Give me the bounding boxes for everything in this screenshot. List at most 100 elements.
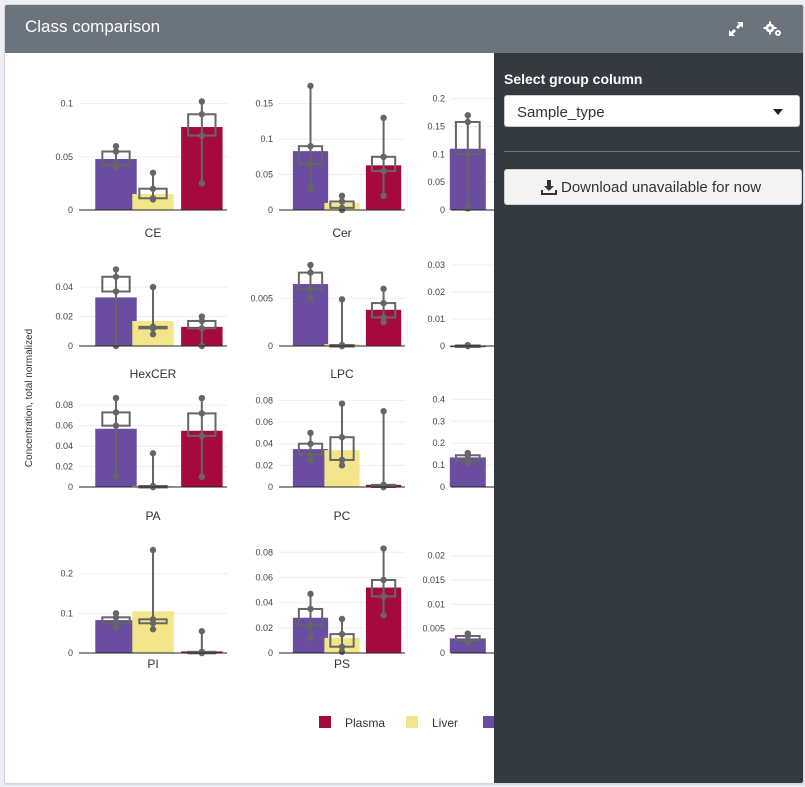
- data-point: [112, 266, 120, 273]
- data-point: [149, 546, 157, 554]
- data-point: [307, 451, 314, 458]
- data-point: [198, 317, 206, 325]
- y-tick-label: 0.08: [55, 400, 73, 410]
- y-tick-label: 0.2: [432, 94, 445, 104]
- data-point: [307, 185, 314, 192]
- data-point: [307, 269, 314, 276]
- legend-swatch-liver: [406, 716, 418, 728]
- y-tick-label: 0.02: [55, 462, 73, 472]
- data-point: [464, 151, 471, 158]
- data-point: [464, 112, 471, 119]
- data-point: [338, 434, 346, 441]
- y-tick-label: 0.02: [427, 287, 445, 297]
- data-point: [464, 452, 471, 459]
- y-axis-label: Concentration, total normalized: [24, 329, 35, 467]
- panel-cer: 0 0.05 0.1 0.15 Cer: [255, 82, 405, 240]
- gears-icon[interactable]: [763, 20, 781, 38]
- panel-pc: 0 0.02 0.04 0.06 0.08 PC: [255, 395, 405, 523]
- y-tick-label: 0.1: [60, 608, 73, 618]
- data-point: [307, 440, 314, 447]
- panel-ps: 0 0.02 0.04 0.06 0.08 PS: [255, 545, 405, 671]
- data-point: [149, 450, 157, 457]
- data-point: [307, 261, 314, 269]
- panel-pi: 0 0.1 0.2 PI: [60, 546, 227, 671]
- y-tick-label: 0.005: [250, 293, 273, 303]
- y-tick-label: 0.06: [255, 417, 273, 427]
- y-tick-label: 0.01: [427, 314, 445, 324]
- y-tick-label: 0.04: [255, 439, 273, 449]
- panel-title: PS: [334, 657, 350, 671]
- data-point: [112, 620, 120, 627]
- y-tick-label: 0: [440, 648, 445, 658]
- download-button[interactable]: Download unavailable for now: [504, 169, 802, 205]
- y-tick-label: 0: [440, 341, 445, 351]
- class-comparison-chart: 0 0.05 0.1 CE 0 0.05 0.1 0.15 Cer 0 0.05 0.1 0.15 0.2…: [24, 82, 511, 730]
- data-point: [464, 632, 471, 640]
- y-tick-label: 0.02: [255, 623, 273, 633]
- plot-area: 0 0.05 0.1 CE 0 0.05 0.1 0.15 Cer 0 0.05 0.1 0.15 0.2…: [5, 53, 511, 783]
- data-point: [380, 612, 387, 619]
- class-comparison-card: Class comparison 0 0.05 0.1 CE 0 0.05 0.1 0.15 C…: [4, 4, 804, 784]
- data-point: [307, 429, 314, 437]
- data-point: [464, 205, 471, 212]
- data-point: [338, 296, 346, 303]
- y-tick-label: 0.05: [255, 170, 273, 180]
- y-tick-label: 0.15: [255, 99, 273, 109]
- data-point: [307, 590, 314, 598]
- data-point: [338, 198, 346, 205]
- data-point: [149, 169, 157, 176]
- data-point: [198, 325, 206, 332]
- download-icon: [541, 180, 557, 200]
- y-tick-label: 0.04: [55, 441, 73, 451]
- y-tick-label: 0.05: [427, 177, 445, 187]
- expand-arrows-icon[interactable]: [727, 20, 745, 38]
- y-tick-label: 0: [268, 648, 273, 658]
- y-tick-label: 0.1: [432, 460, 445, 470]
- panel-title: PI: [147, 657, 158, 671]
- y-tick-label: 0: [68, 482, 73, 492]
- panel-ce: 0 0.05 0.1 CE: [55, 98, 227, 240]
- y-tick-label: 0.04: [55, 282, 73, 292]
- panel-unlabeled-5: 0 0.01 0.02 0.03: [427, 260, 511, 351]
- y-tick-label: 0.3: [432, 416, 445, 426]
- y-tick-label: 0.15: [427, 121, 445, 131]
- y-tick-label: 0.005: [422, 624, 445, 634]
- data-point: [338, 615, 346, 623]
- data-point: [380, 192, 387, 200]
- y-tick-label: 0.2: [60, 569, 73, 579]
- panel-title: Cer: [332, 226, 351, 240]
- chevron-down-icon: [773, 109, 783, 115]
- y-tick-label: 0.02: [427, 551, 445, 561]
- data-point: [112, 473, 120, 480]
- data-point: [149, 482, 157, 490]
- data-point: [198, 98, 206, 105]
- y-tick-label: 0: [268, 341, 273, 351]
- data-point: [149, 195, 157, 202]
- sidebar-divider: [504, 151, 800, 152]
- legend: Plasma Liver: [319, 716, 495, 730]
- data-point: [198, 432, 206, 440]
- data-point: [112, 288, 120, 295]
- data-point: [112, 409, 120, 416]
- data-point: [198, 410, 206, 417]
- y-tick-label: 0.08: [255, 395, 273, 405]
- y-tick-label: 0: [440, 482, 445, 492]
- data-point: [464, 342, 471, 349]
- data-point: [112, 422, 120, 429]
- data-point: [149, 331, 157, 338]
- data-point: [112, 273, 120, 280]
- y-tick-label: 0: [440, 205, 445, 215]
- data-point: [149, 626, 157, 633]
- data-point: [198, 394, 206, 402]
- card-header: Class comparison: [5, 5, 803, 53]
- group-column-value: Sample_type: [517, 104, 605, 121]
- y-tick-label: 0: [268, 482, 273, 492]
- sidebar-panel: Select group column Sample_type Download…: [494, 53, 803, 783]
- data-point: [307, 285, 314, 293]
- group-column-select[interactable]: Sample_type: [504, 95, 800, 127]
- legend-swatch-other: [483, 716, 495, 728]
- data-point: [112, 148, 120, 155]
- panel-title: PC: [334, 509, 351, 523]
- data-point: [380, 545, 387, 552]
- data-point: [380, 408, 387, 415]
